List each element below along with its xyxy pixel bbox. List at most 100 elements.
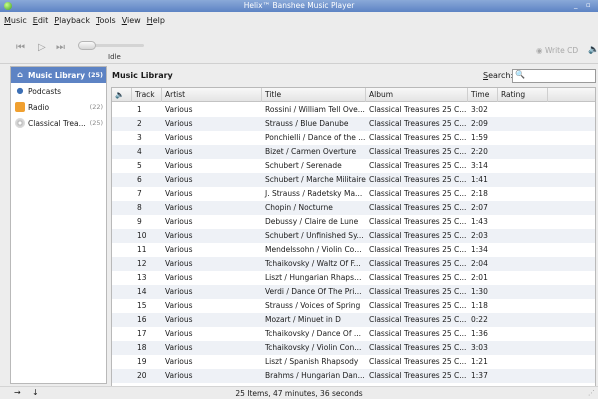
next-icon[interactable]: ⏭	[56, 42, 65, 53]
table-row[interactable]: 6 Various Schubert / Marche Militaire Class…	[112, 173, 595, 187]
sidebar-item-label: Radio	[28, 102, 50, 112]
column-header-album[interactable]: Album	[366, 88, 468, 102]
now-playing-cell	[112, 271, 132, 285]
rating-cell	[498, 187, 548, 201]
time-cell: 1:37	[471, 371, 488, 380]
rating-cell	[498, 257, 548, 271]
menu-view[interactable]: View	[122, 16, 141, 25]
search-input[interactable]: 🔍	[512, 69, 596, 83]
table-row[interactable]: 10 Various Schubert / Unfinished Sy... Clas…	[112, 229, 595, 243]
track-number-cell: 14	[137, 287, 147, 296]
table-row[interactable]: 1 Various Rossini / William Tell Ove... Cla…	[112, 103, 595, 117]
artist-cell: Various	[165, 161, 193, 170]
time-cell: 1:21	[471, 357, 488, 366]
menu-bar: Music Edit Playback Tools View Help	[0, 12, 598, 28]
table-row[interactable]: 11 Various Mendelssohn / Violin Con... Clas…	[112, 243, 595, 257]
album-cell: Classical Treasures 25 C...	[369, 315, 467, 324]
title-cell: Mendelssohn / Violin Con...	[265, 245, 366, 254]
previous-icon[interactable]: ⏮	[16, 42, 25, 53]
artist-cell: Various	[165, 189, 193, 198]
time-cell: 1:30	[471, 287, 488, 296]
table-row[interactable]: 12 Various Tchaikovsky / Waltz Of F... Clas…	[112, 257, 595, 271]
search-icon[interactable]: 🔍	[515, 70, 525, 79]
table-row[interactable]: 2 Various Strauss / Blue Danube Classical T…	[112, 117, 595, 131]
album-cell: Classical Treasures 25 C...	[369, 273, 467, 282]
volume-icon[interactable]: 🔈	[588, 45, 598, 55]
filler-cell	[548, 229, 595, 243]
table-row[interactable]: 20 Various Brahms / Hungarian Dan... Classi…	[112, 369, 595, 383]
maximize-button[interactable]: ▫	[586, 1, 591, 9]
title-cell: Brahms / Hungarian Dan...	[265, 371, 365, 380]
table-row[interactable]: 8 Various Chopin / Nocturne Classical Treas…	[112, 201, 595, 215]
filler-cell	[548, 243, 595, 257]
column-header-filler	[548, 88, 595, 102]
sidebar-item-podcasts[interactable]: ● Podcasts	[11, 83, 106, 99]
rating-cell	[498, 131, 548, 145]
artist-cell: Various	[165, 217, 193, 226]
table-row[interactable]: 9 Various Debussy / Claire de Lune Classica…	[112, 215, 595, 229]
table-row[interactable]: 4 Various Bizet / Carmen Overture Classical…	[112, 145, 595, 159]
time-cell: 1:18	[471, 301, 488, 310]
resize-grip-icon[interactable]: ⋰	[588, 389, 595, 397]
sidebar-item-music-library[interactable]: ⌂ Music Library (25)	[11, 67, 106, 83]
time-cell: 1:36	[471, 329, 488, 338]
menu-tools[interactable]: Tools	[96, 16, 116, 25]
play-icon[interactable]: ▷	[38, 42, 46, 53]
album-cell: Classical Treasures 25 C...	[369, 147, 467, 156]
now-playing-cell	[112, 131, 132, 145]
title-cell: Schubert / Serenade	[265, 161, 342, 170]
table-row[interactable]: 18 Various Tchaikovsky / Violin Con... Clas…	[112, 341, 595, 355]
artist-cell: Various	[165, 231, 193, 240]
now-playing-cell	[112, 341, 132, 355]
write-cd-label: Write CD	[544, 46, 579, 55]
sidebar-item-count: (22)	[89, 103, 103, 111]
time-cell: 1:59	[471, 133, 488, 142]
table-row[interactable]: 15 Various Strauss / Voices of Spring Class…	[112, 299, 595, 313]
table-row[interactable]: 16 Various Mozart / Minuet in D Classical T…	[112, 313, 595, 327]
column-header-time[interactable]: Time	[468, 88, 498, 102]
now-playing-cell	[112, 369, 132, 383]
status-bar: → ↓ 25 Items, 47 minutes, 36 seconds ⋰	[0, 386, 598, 399]
sidebar-item-label: Podcasts	[28, 86, 62, 96]
menu-edit[interactable]: Edit	[33, 16, 49, 25]
table-row[interactable]: 13 Various Liszt / Hungarian Rhapsody Class…	[112, 271, 595, 285]
table-row[interactable]: 3 Various Ponchielli / Dance of the ... Cla…	[112, 131, 595, 145]
table-row[interactable]: 5 Various Schubert / Serenade Classical Tre…	[112, 159, 595, 173]
filler-cell	[548, 285, 595, 299]
time-cell: 3:02	[471, 105, 488, 114]
album-cell: Classical Treasures 25 C...	[369, 133, 467, 142]
table-row[interactable]: 17 Various Tchaikovsky / Dance Of ... Class…	[112, 327, 595, 341]
now-playing-cell	[112, 229, 132, 243]
table-header: 🔈 Track Artist Title Album Time Rating	[112, 88, 595, 102]
sidebar-item-radio[interactable]: Radio (22)	[11, 99, 106, 115]
table-row[interactable]: 19 Various Liszt / Spanish Rhapsody Classic…	[112, 355, 595, 369]
table-row[interactable]: 7 Various J. Strauss / Radetsky Ma... Class…	[112, 187, 595, 201]
minimize-button[interactable]: _	[574, 1, 578, 9]
now-playing-cell	[112, 159, 132, 173]
time-cell: 2:03	[471, 231, 488, 240]
write-cd-button[interactable]: ◉ Write CD	[536, 46, 578, 55]
table-row[interactable]: 14 Various Verdi / Dance Of The Pri... Clas…	[112, 285, 595, 299]
time-cell: 2:09	[471, 119, 488, 128]
column-header-now-playing[interactable]: 🔈	[112, 88, 132, 102]
library-icon: ⌂	[17, 70, 23, 79]
now-playing-cell	[112, 215, 132, 229]
sidebar-item-classical-treasures[interactable]: Classical Trea... (25)	[11, 115, 106, 131]
column-header-title[interactable]: Title	[262, 88, 366, 102]
column-header-rating[interactable]: Rating	[498, 88, 548, 102]
column-header-artist[interactable]: Artist	[162, 88, 262, 102]
rating-cell	[498, 215, 548, 229]
column-header-track[interactable]: Track	[132, 88, 162, 102]
menu-music[interactable]: Music	[4, 16, 27, 25]
time-cell: 1:34	[471, 245, 488, 254]
track-number-cell: 20	[137, 371, 147, 380]
seek-slider-handle[interactable]	[78, 41, 96, 50]
menu-playback[interactable]: Playback	[54, 16, 90, 25]
menu-help[interactable]: Help	[147, 16, 165, 25]
main-header: Music Library Search: 🔍	[109, 66, 598, 86]
now-playing-cell	[112, 173, 132, 187]
artist-cell: Various	[165, 119, 193, 128]
title-bar: Helix™ Banshee Music Player _ ▫	[0, 0, 598, 12]
rating-cell	[498, 341, 548, 355]
now-playing-cell	[112, 187, 132, 201]
